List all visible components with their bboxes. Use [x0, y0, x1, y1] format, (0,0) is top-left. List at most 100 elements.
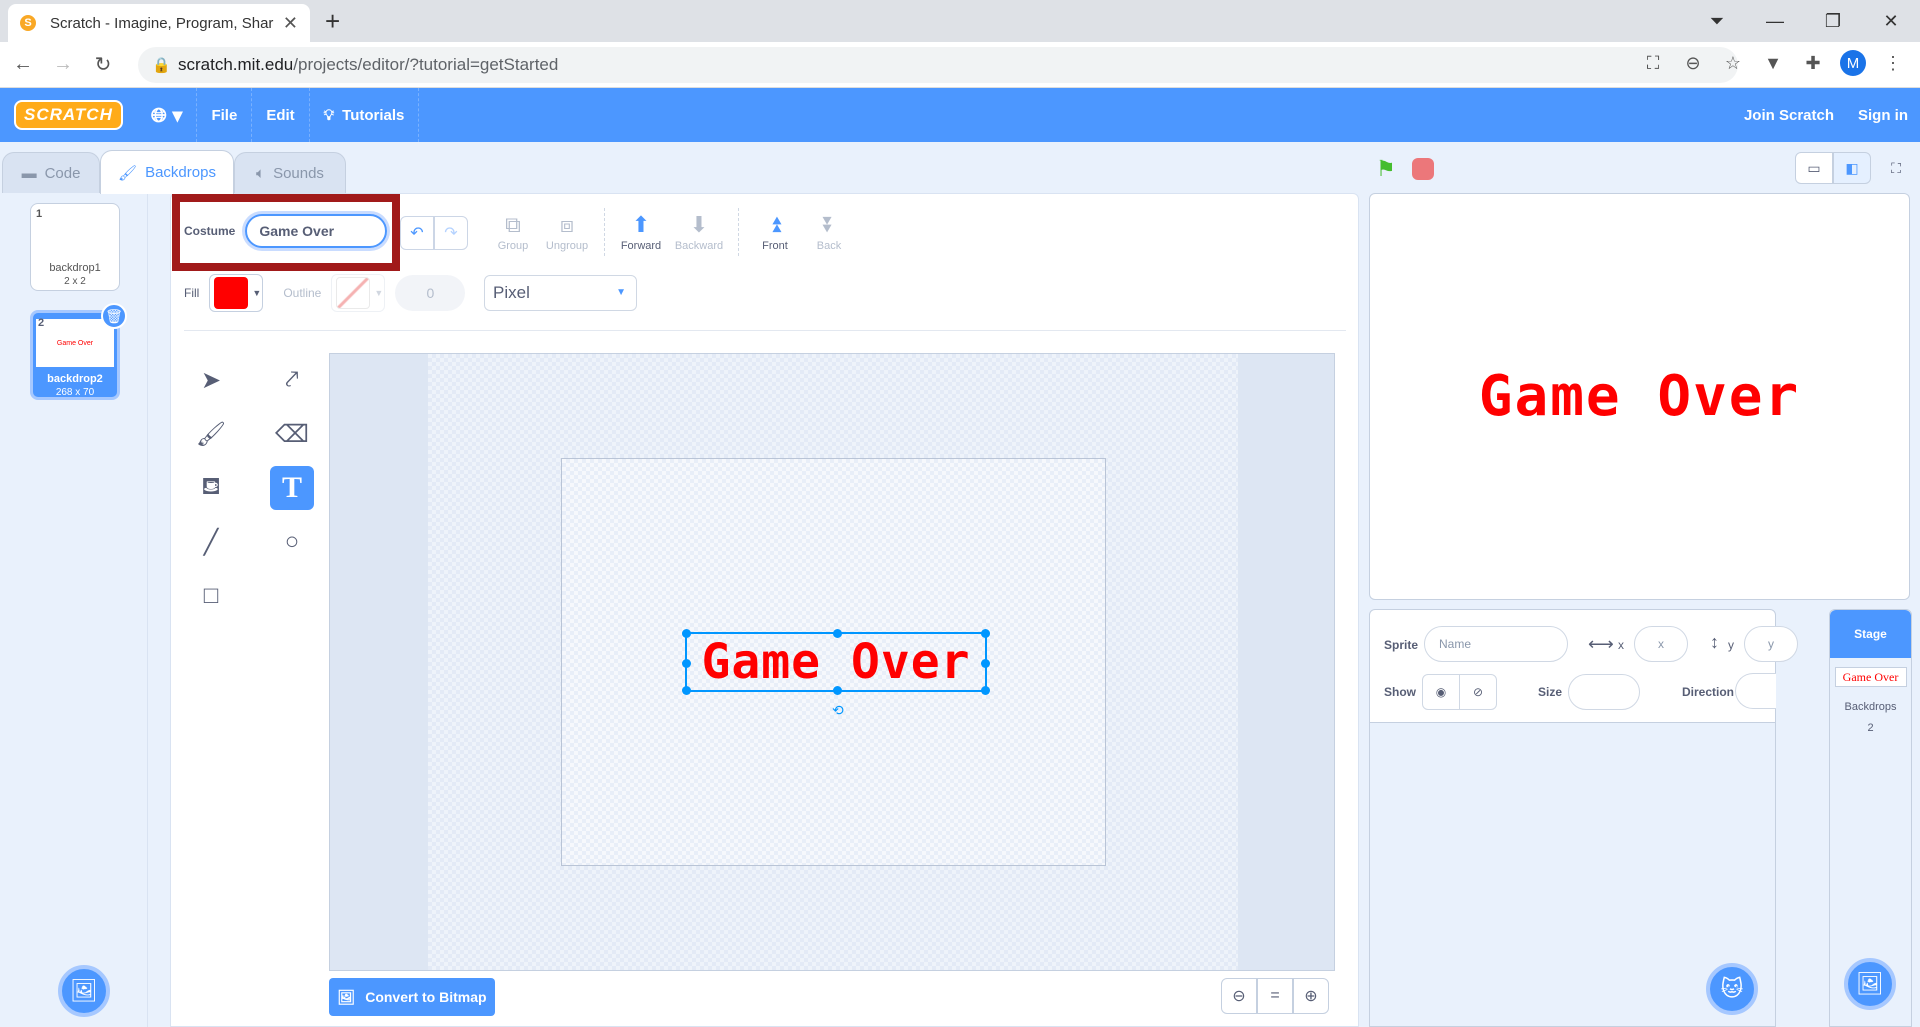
bookmark-star-icon[interactable]: ☆ [1720, 53, 1746, 74]
fill-color-picker[interactable]: ▼ [209, 274, 264, 312]
stop-icon[interactable] [1412, 158, 1434, 180]
text-tool[interactable]: T [270, 466, 314, 510]
chrome-menu-icon[interactable]: ⋮ [1880, 53, 1906, 74]
vertical-arrows-icon: ↕ [1710, 632, 1719, 652]
stage-canvas[interactable]: Game Over [1369, 193, 1910, 600]
text-icon: T [281, 471, 302, 504]
show-sprite-button[interactable]: ◉ [1422, 674, 1460, 710]
hide-sprite-button[interactable]: ⊘ [1459, 674, 1497, 710]
backdrop-item-1[interactable]: 1 backdrop1 2 x 2 [30, 203, 120, 291]
rectangle-tool[interactable]: □ [189, 574, 233, 618]
front-button[interactable]: ⏫︎ Front [746, 212, 804, 252]
back-icon[interactable]: ← [6, 53, 40, 76]
rotate-handle-icon[interactable]: ⟲ [832, 702, 844, 719]
backward-button[interactable]: ⬇ Backward [670, 212, 728, 252]
scratch-logo[interactable]: SCRATCH [14, 100, 123, 130]
canvas-workspace[interactable]: Game Over ⟲ [428, 354, 1238, 970]
delete-backdrop-icon[interactable]: 🗑︎ [101, 303, 127, 329]
choose-backdrop-button[interactable]: 🖼︎ [58, 965, 110, 1017]
convert-to-bitmap-button[interactable]: 🖼︎ Convert to Bitmap [329, 978, 495, 1016]
line-tool[interactable]: ╱ [189, 520, 233, 564]
zoom-out-icon[interactable]: ⊖ [1221, 978, 1257, 1014]
sprite-name-input[interactable]: Name [1424, 626, 1568, 662]
resize-handle[interactable] [682, 629, 691, 638]
maximize-icon[interactable]: ❐ [1804, 11, 1862, 32]
reload-icon[interactable]: ↻ [86, 52, 120, 77]
tab-sounds-label: Sounds [273, 165, 324, 182]
fullscreen-icon[interactable]: ⛶ [1877, 152, 1915, 184]
extension-icon[interactable]: ▼ [1760, 53, 1786, 74]
normal-stage-icon[interactable]: ◧ [1833, 152, 1871, 184]
paint-bucket-icon: ⛾ [201, 473, 221, 500]
fill-outline-row: Fill ▼ Outline ▼ 0 [184, 274, 466, 312]
url-path: /projects/editor/?tutorial=getStarted [293, 55, 559, 74]
join-scratch-link[interactable]: Join Scratch [1732, 107, 1846, 124]
profile-avatar[interactable]: M [1840, 50, 1866, 76]
zoom-reset-button[interactable]: = [1257, 978, 1293, 1014]
browser-tab[interactable]: S Scratch - Imagine, Program, Shar ✕ [8, 4, 310, 42]
group-button[interactable]: ⧉ Group [484, 212, 542, 252]
resize-handle[interactable] [833, 629, 842, 638]
ungroup-label: Ungroup [545, 240, 589, 252]
resize-handle[interactable] [833, 686, 842, 695]
minimize-icon[interactable]: — [1746, 11, 1804, 32]
undo-button[interactable]: ↶ [400, 216, 434, 250]
paint-canvas-area[interactable]: Game Over ⟲ [329, 353, 1335, 971]
reshape-tool[interactable]: ⤤ [270, 358, 314, 402]
ungroup-button[interactable]: ⧈ Ungroup [538, 212, 596, 252]
undo-icon: ↶ [410, 225, 424, 242]
address-bar[interactable]: 🔒 scratch.mit.edu/projects/editor/?tutor… [138, 47, 1738, 83]
translate-icon[interactable]: ⛶ [1640, 53, 1666, 74]
back-button[interactable]: ⏬︎ Back [800, 212, 858, 252]
canvas-text[interactable]: Game Over [687, 634, 985, 690]
tab-search-icon[interactable]: ⏷ [1688, 11, 1746, 32]
size-input[interactable] [1568, 674, 1640, 710]
brush-tool[interactable]: 🖌︎ [189, 412, 233, 456]
language-menu[interactable]: 🌐︎ ▾ [137, 88, 198, 142]
tab-sounds[interactable]: 🔈︎ Sounds [234, 152, 346, 194]
y-input[interactable]: y [1744, 626, 1798, 662]
outline-label: Outline [283, 286, 322, 300]
circle-tool[interactable]: ○ [270, 520, 314, 564]
tab-backdrops[interactable]: 🖌︎ Backdrops [100, 150, 234, 194]
sign-in-link[interactable]: Sign in [1846, 107, 1920, 124]
resize-handle[interactable] [981, 686, 990, 695]
edit-menu[interactable]: Edit [252, 88, 310, 142]
eraser-tool[interactable]: ⌫ [270, 412, 314, 456]
choose-sprite-button[interactable]: 🐱︎ [1706, 963, 1758, 1015]
select-tool[interactable]: ➤ [189, 358, 233, 402]
green-flag-icon[interactable]: ⚑ [1376, 156, 1396, 182]
resize-handle[interactable] [981, 629, 990, 638]
small-stage-icon[interactable]: ▭ [1795, 152, 1833, 184]
redo-button[interactable]: ↷ [434, 216, 468, 250]
forward-icon[interactable]: → [46, 53, 80, 76]
tutorials-button[interactable]: 💡︎ Tutorials [310, 88, 420, 142]
file-menu[interactable]: File [197, 88, 253, 142]
stage-target-pane[interactable]: Stage Game Over Backdrops 2 🖼︎ [1829, 609, 1912, 1027]
canvas-page[interactable]: Game Over ⟲ [561, 458, 1106, 866]
convert-label: Convert to Bitmap [365, 989, 487, 1005]
caret-down-icon: ▼ [252, 288, 262, 298]
outline-width-input[interactable]: 0 [395, 275, 466, 311]
lock-icon[interactable]: 🔒 [152, 56, 171, 74]
close-window-icon[interactable]: ✕ [1862, 11, 1920, 32]
resize-handle[interactable] [981, 659, 990, 668]
font-dropdown[interactable]: Pixel ▼ [484, 275, 637, 311]
outline-color-picker[interactable]: ▼ [331, 274, 386, 312]
cat-icon: 🐱︎ [1720, 976, 1744, 1001]
backdrop-item-2[interactable]: 2 Game Over backdrop2 268 x 70 🗑︎ [30, 303, 127, 400]
puzzle-icon[interactable]: ✚ [1800, 53, 1826, 74]
choose-backdrop-stage-button[interactable]: 🖼︎ [1844, 958, 1896, 1010]
zoom-icon[interactable]: ⊖ [1680, 53, 1706, 74]
tab-code[interactable]: ▬ Code [2, 152, 100, 194]
close-tab-icon[interactable]: ✕ [283, 13, 298, 34]
resize-handle[interactable] [682, 686, 691, 695]
fill-tool[interactable]: ⛾ [189, 466, 233, 510]
text-selection[interactable]: Game Over ⟲ [682, 629, 990, 718]
zoom-in-icon[interactable]: ⊕ [1293, 978, 1329, 1014]
new-tab-icon[interactable]: + [325, 6, 340, 37]
x-input[interactable]: x [1634, 626, 1688, 662]
resize-handle[interactable] [682, 659, 691, 668]
forward-button[interactable]: ⬆ Forward [612, 212, 670, 252]
direction-input[interactable] [1735, 673, 1776, 709]
